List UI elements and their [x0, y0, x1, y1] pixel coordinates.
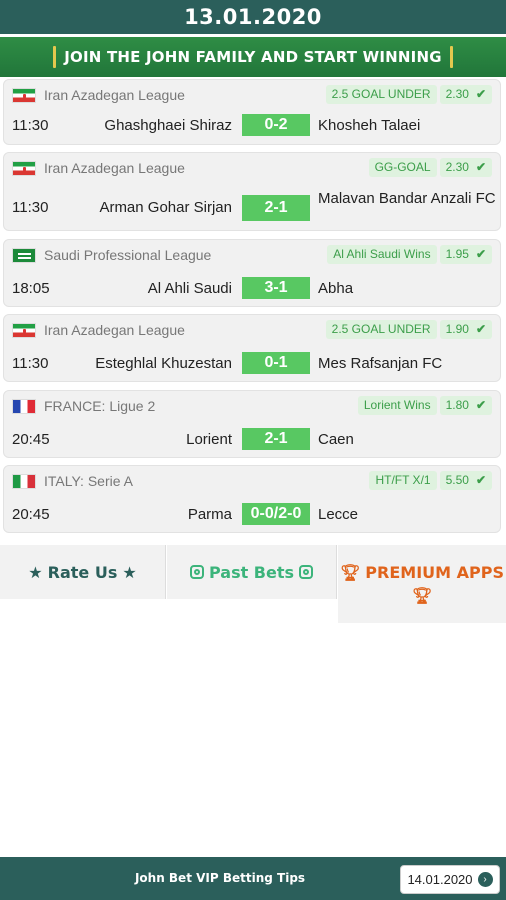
join-banner[interactable]: JOIN THE JOHN FAMILY AND START WINNING	[0, 37, 506, 77]
check-icon: ✔	[475, 87, 486, 101]
tip-odds: 2.30 ✔	[439, 158, 492, 177]
france-flag-icon	[12, 398, 36, 414]
score: 2-1	[242, 195, 310, 221]
past-bets-label: Past Bets	[208, 562, 295, 582]
match-card[interactable]: Iran Azadegan League 2.5 GOAL UNDER 2.30 ✔…	[3, 79, 501, 145]
rate-us-label: Rate Us	[47, 562, 118, 582]
premium-apps-label: PREMIUM APPS	[365, 563, 504, 582]
tip-text: 2.5 GOAL UNDER	[325, 85, 437, 104]
match-time: 11:30	[12, 117, 49, 134]
trophy-icon: 🏆︎	[339, 563, 361, 582]
iran-flag-icon	[12, 87, 36, 103]
tip-odds: 1.95 ✔	[439, 245, 492, 264]
home-team: Esteghlal Khuzestan	[95, 355, 232, 372]
match-card[interactable]: Saudi Professional League Al Ahli Saudi …	[3, 239, 501, 307]
tip-badge: GG-GOAL 2.30 ✔	[368, 158, 492, 177]
league-name: Iran Azadegan League	[44, 322, 185, 338]
home-team: Lorient	[186, 431, 232, 448]
tip-text: Al Ahli Saudi Wins	[327, 245, 437, 264]
star-icon: ★	[122, 562, 137, 582]
next-date: 14.01.2020	[407, 872, 473, 887]
tip-odds: 2.30 ✔	[439, 85, 492, 104]
tip-badge: HT/FT X/1 5.50 ✔	[369, 471, 492, 490]
premium-apps-button[interactable]: 🏆︎ PREMIUM APPS 🏆︎	[338, 545, 506, 623]
match-time: 18:05	[12, 280, 50, 297]
home-team: Al Ahli Saudi	[147, 280, 232, 297]
date-header: 13.01.2020	[0, 0, 506, 34]
tip-odds: 1.90 ✔	[439, 320, 492, 339]
banner-bar-left	[53, 46, 57, 68]
footer-bar: John Bet VIP Betting Tips 14.01.2020 ›	[0, 857, 506, 900]
star-icon: ★	[28, 562, 43, 582]
away-team: Mes Rafsanjan FC	[318, 355, 443, 372]
score: 3-1	[242, 277, 310, 299]
tip-text: 2.5 GOAL UNDER	[325, 320, 437, 339]
rate-us-button[interactable]: ★ Rate Us ★	[0, 545, 166, 599]
tip-odds: 5.50 ✔	[439, 471, 492, 490]
away-team: Malavan Bandar Anzali FC	[318, 190, 496, 207]
league-name: Iran Azadegan League	[44, 87, 185, 103]
match-card[interactable]: Iran Azadegan League GG-GOAL 2.30 ✔ 11:30 …	[3, 152, 501, 231]
tip-text: HT/FT X/1	[369, 471, 437, 490]
match-time: 20:45	[12, 431, 50, 448]
away-team: Khosheh Talaei	[318, 117, 421, 134]
italy-flag-icon	[12, 473, 36, 489]
trophy-icon: 🏆︎	[411, 586, 433, 605]
home-team: Parma	[187, 506, 232, 523]
banner-text: JOIN THE JOHN FAMILY AND START WINNING	[64, 48, 442, 66]
past-bets-button[interactable]: Past Bets	[167, 545, 337, 599]
banner-bar-right	[449, 46, 453, 68]
match-card[interactable]: ITALY: Serie A HT/FT X/1 5.50 ✔ 20:45 Parm…	[3, 465, 501, 533]
away-team: Abha	[318, 280, 354, 297]
home-team: Arman Gohar Sirjan	[99, 199, 232, 216]
iran-flag-icon	[12, 322, 36, 338]
app-title: John Bet VIP Betting Tips	[134, 871, 306, 885]
instagram-icon	[189, 565, 204, 579]
league-name: Saudi Professional League	[44, 247, 212, 263]
saudi-flag-icon	[12, 247, 36, 263]
check-icon: ✔	[475, 473, 486, 487]
next-day-button[interactable]: 14.01.2020 ›	[400, 865, 500, 894]
bottom-menu: ★ Rate Us ★ Past Bets 🏆︎ PREMIUM APPS 🏆︎	[0, 545, 506, 623]
score: 0-1	[242, 352, 310, 374]
match-time: 20:45	[12, 506, 50, 523]
home-team: Ghashghaei Shiraz	[104, 117, 232, 134]
away-team: Caen	[318, 431, 354, 448]
tip-text: Lorient Wins	[357, 396, 437, 415]
check-icon: ✔	[475, 247, 486, 261]
league-name: ITALY: Serie A	[44, 473, 133, 489]
tip-badge: 2.5 GOAL UNDER 1.90 ✔	[325, 320, 492, 339]
tip-badge: Al Ahli Saudi Wins 1.95 ✔	[327, 245, 492, 264]
instagram-icon	[299, 565, 314, 579]
chevron-right-icon: ›	[477, 872, 493, 887]
iran-flag-icon	[12, 160, 36, 176]
score: 0-2	[242, 114, 310, 136]
match-time: 11:30	[12, 355, 49, 372]
check-icon: ✔	[475, 160, 486, 174]
match-card[interactable]: FRANCE: Ligue 2 Lorient Wins 1.80 ✔ 20:45 …	[3, 390, 501, 458]
league-name: Iran Azadegan League	[44, 160, 185, 176]
tip-odds: 1.80 ✔	[439, 396, 492, 415]
league-name: FRANCE: Ligue 2	[44, 398, 156, 414]
check-icon: ✔	[475, 398, 486, 412]
score: 0-0/2-0	[242, 503, 310, 525]
match-time: 11:30	[12, 199, 49, 216]
tip-badge: 2.5 GOAL UNDER 2.30 ✔	[325, 85, 492, 104]
match-card[interactable]: Iran Azadegan League 2.5 GOAL UNDER 1.90 ✔…	[3, 314, 501, 382]
score: 2-1	[242, 428, 310, 450]
tip-text: GG-GOAL	[368, 158, 437, 177]
check-icon: ✔	[475, 322, 486, 336]
tip-badge: Lorient Wins 1.80 ✔	[357, 396, 492, 415]
away-team: Lecce	[318, 506, 359, 523]
